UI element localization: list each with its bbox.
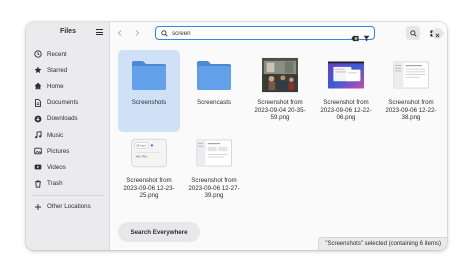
image-thumbnail [262,57,298,93]
trash-icon [34,180,42,188]
file-item-screenshot[interactable]: 24 hour AM / PM Screenshot from 2023-09-0… [118,128,180,210]
music-icon [34,131,42,139]
file-name: Screenshot from 2023-09-06 12-22-38.png [385,99,437,122]
chevron-left-icon [116,24,124,42]
sidebar-item-label: Videos [47,163,66,171]
folder-icon [196,57,232,93]
files-window: Files Recent Starred Home Documents Down… [26,22,447,250]
sidebar-item-recent[interactable]: Recent [26,46,110,62]
sidebar-item-label: Starred [47,66,68,74]
download-icon [34,115,42,123]
picture-icon [34,147,42,155]
sidebar-item-other-locations[interactable]: Other Locations [26,199,110,215]
folder-icon [131,57,167,93]
image-thumbnail [328,57,364,93]
search-toggle-button[interactable] [406,26,420,40]
back-button[interactable] [114,27,126,39]
sidebar-item-documents[interactable]: Documents [26,95,110,111]
document-icon [34,98,42,107]
sidebar-item-starred[interactable]: Starred [26,62,110,78]
home-icon [34,82,42,90]
sidebar-item-label: Trash [47,180,63,188]
sidebar-item-pictures[interactable]: Pictures [26,143,110,159]
file-name: Screencasts [196,99,232,106]
sidebar-divider [32,194,104,196]
main-menu-icon[interactable] [96,29,103,35]
close-button[interactable] [432,28,443,39]
forward-button[interactable] [131,27,143,39]
filter-icon[interactable] [363,29,370,47]
file-name: Screenshots [131,99,167,106]
sidebar-item-home[interactable]: Home [26,78,110,94]
main-content: Screenshots Screencasts Screenshot from … [110,22,447,250]
svg-text:AM / PM: AM / PM [136,155,147,159]
file-item-screenshots[interactable]: Screenshots [118,50,180,132]
sidebar-item-downloads[interactable]: Downloads [26,111,110,127]
sidebar-item-label: Music [47,131,64,139]
image-thumbnail [393,57,429,93]
search-field[interactable] [155,24,375,42]
sidebar-item-label: Recent [47,50,67,58]
sidebar-item-label: Documents [47,99,79,107]
sidebar-header: Files [26,22,109,44]
toolbar [110,22,447,44]
sidebar-item-label: Other Locations [47,203,91,211]
close-icon [435,25,440,43]
search-icon [161,24,168,42]
sidebar-item-trash[interactable]: Trash [26,176,110,192]
search-actions [351,29,370,47]
file-name: Screenshot from 2023-09-06 12-23-25.png [123,177,175,200]
file-item-screenshot[interactable]: Screenshot from 2023-09-06 12-22-06.png [315,50,377,132]
sidebar: Files Recent Starred Home Documents Down… [26,22,110,250]
file-name: Screenshot from 2023-09-04 20-35-59.png [254,99,306,122]
star-icon [34,66,42,74]
video-icon [34,163,42,171]
sidebar-item-videos[interactable]: Videos [26,159,110,175]
status-bar: "Screenshots" selected (containing 6 ite… [318,237,447,250]
sidebar-nav: Recent Starred Home Documents Downloads … [26,46,110,215]
search-everywhere-button[interactable]: Search Everywhere [118,222,200,242]
image-thumbnail [196,135,232,171]
file-item-screenshot[interactable]: Screenshot from 2023-09-06 12-27-39.png [183,128,245,210]
sidebar-item-music[interactable]: Music [26,127,110,143]
file-grid: Screenshots Screencasts Screenshot from … [110,46,447,226]
search-icon [409,24,417,42]
plus-icon [34,203,42,211]
clock-icon [34,50,42,58]
sidebar-item-label: Home [47,82,64,90]
chevron-right-icon [133,24,141,42]
clear-icon[interactable] [351,29,359,47]
sidebar-item-label: Downloads [47,115,78,123]
file-item-screenshot[interactable]: Screenshot from 2023-09-06 12-22-38.png [380,50,442,132]
svg-text:24 hour: 24 hour [136,144,146,148]
image-thumbnail: 24 hour AM / PM [131,135,167,171]
file-name: Screenshot from 2023-09-06 12-22-06.png [320,99,372,122]
search-input[interactable] [172,29,332,37]
file-item-screenshot[interactable]: Screenshot from 2023-09-04 20-35-59.png [249,50,311,132]
file-item-screencasts[interactable]: Screencasts [183,50,245,132]
sidebar-item-label: Pictures [47,147,70,155]
file-name: Screenshot from 2023-09-06 12-27-39.png [188,177,240,200]
